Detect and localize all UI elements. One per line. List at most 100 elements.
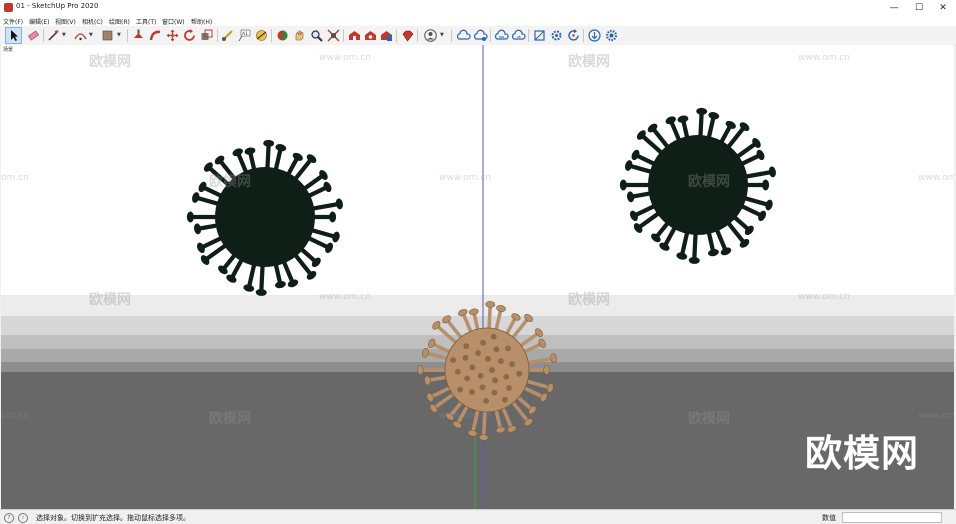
text-icon[interactable]: A1 [237, 28, 252, 43]
virus-spike-tip [424, 375, 431, 386]
section-icon[interactable] [532, 28, 547, 43]
info-icon[interactable]: i [18, 513, 28, 523]
menu-draw[interactable]: 绘图(R) [109, 17, 130, 26]
virus-spike-tip [244, 147, 256, 155]
status-message: 选择对象。切换到扩充选择。拖动鼠标选择多项。 [36, 514, 190, 522]
chevron-down-icon[interactable]: ▼ [62, 32, 66, 38]
select-arrow-icon[interactable] [5, 27, 22, 44]
virus-surface-spike [506, 385, 512, 391]
move-icon[interactable] [165, 28, 180, 43]
virus-surface-spike [492, 377, 498, 384]
scale-icon[interactable] [199, 28, 214, 43]
ruby-icon[interactable] [400, 28, 415, 43]
virus-spike-tip [762, 179, 770, 191]
virus-surface-spike [464, 375, 471, 382]
virus-spike-tip [626, 191, 635, 203]
cloud-sync-icon[interactable] [511, 28, 526, 43]
virus-surface-spike [505, 345, 511, 352]
virus-spike-tip [426, 392, 434, 403]
eraser-icon[interactable] [26, 28, 41, 43]
download-icon[interactable] [587, 28, 602, 43]
virus-spike-tip [765, 199, 773, 211]
virus-surface-spike [491, 389, 498, 396]
virus-spike-tip [329, 211, 337, 223]
watermark-logo: 欧模网 [89, 54, 131, 70]
watermark-logo: 欧模网 [209, 411, 251, 427]
pan-icon[interactable] [292, 28, 307, 43]
virus-spike-tip [417, 365, 424, 375]
menu-file[interactable]: 文件(F) [3, 17, 23, 26]
virus-surface-spike [457, 386, 464, 393]
virus-spike-tip [335, 198, 343, 210]
cloud-icon[interactable] [456, 28, 471, 43]
warehouse-icon[interactable] [347, 28, 362, 43]
status-bar: ? i 选择对象。切换到扩充选择。拖动鼠标选择多项。 数值 [0, 509, 956, 524]
paint-bucket-icon[interactable] [100, 28, 115, 43]
virus-surface-spike [462, 354, 469, 361]
virus-spike-tip [458, 309, 468, 317]
menu-help[interactable]: 帮助(H) [191, 17, 212, 26]
follow-me-icon[interactable] [148, 28, 163, 43]
menu-window[interactable]: 窗口(W) [162, 17, 185, 26]
layout-icon[interactable] [379, 28, 394, 43]
virus-spike-tip [495, 426, 506, 434]
watermark-logo: 欧模网 [89, 292, 131, 308]
virus-spike-tip [696, 107, 708, 115]
pencil-line-icon[interactable] [46, 28, 61, 43]
help-icon[interactable]: ? [4, 513, 14, 523]
orbit-icon[interactable] [275, 28, 290, 43]
refresh-icon[interactable] [566, 28, 581, 43]
push-pull-icon[interactable] [131, 28, 146, 43]
virus-spike-tip [496, 305, 506, 312]
watermark-url: www.om.cn [439, 173, 491, 183]
virus-spike-tip [688, 256, 700, 264]
toolbar: ▼ ▼ ▼ A1 ▼ [0, 26, 956, 46]
minimize-button[interactable]: — [882, 1, 906, 15]
virus-surface-spike [485, 356, 491, 362]
cloud-upload-icon[interactable] [473, 28, 488, 43]
watermark-url: om.cn [1, 411, 29, 421]
close-button[interactable]: ✕ [931, 1, 955, 15]
extension-warehouse-icon[interactable] [363, 28, 378, 43]
watermark-logo: 欧模网 [568, 54, 610, 70]
virus-surface-spike [497, 358, 504, 365]
virus-spike-tip [540, 392, 548, 403]
virus-surface-spike [490, 333, 497, 340]
watermark-logo: 欧模网 [688, 174, 730, 190]
watermark-url: www.om.cn [439, 411, 491, 421]
maximize-button[interactable]: ☐ [907, 1, 931, 15]
gear-icon[interactable] [604, 28, 619, 43]
cloud-sync-icon[interactable] [494, 28, 509, 43]
chevron-down-icon[interactable]: ▼ [89, 32, 93, 38]
measurements-input[interactable] [842, 512, 942, 523]
menu-edit[interactable]: 编辑(E) [29, 17, 49, 26]
svg-text:A1: A1 [242, 31, 248, 37]
settings-icon[interactable] [549, 28, 564, 43]
menu-view[interactable]: 视图(V) [55, 17, 76, 26]
virus-spike-tip [478, 434, 489, 441]
menu-camera[interactable]: 相机(C) [82, 17, 103, 26]
watermark-url: www.om.cn [319, 292, 371, 302]
zoom-icon[interactable] [309, 28, 324, 43]
virus-spike-tip [275, 280, 286, 289]
virus-surface-spike [483, 397, 490, 404]
sketchup-logo-icon [4, 3, 13, 12]
virus-spike-tip [468, 308, 479, 316]
virus-spike-tip [192, 192, 200, 203]
chevron-down-icon[interactable]: ▼ [440, 32, 444, 38]
profile-icon[interactable] [423, 28, 438, 43]
rotate-icon[interactable] [182, 28, 197, 43]
virus-spike-tip [428, 338, 436, 349]
chevron-down-icon[interactable]: ▼ [117, 32, 121, 38]
zoom-extents-icon[interactable] [326, 28, 341, 43]
model-viewport[interactable]: 场景 欧模网 欧模网 www.om.cn www.om.cn om.cn 欧模网… [1, 45, 954, 509]
arc-icon[interactable] [73, 28, 88, 43]
tape-measure-icon[interactable] [220, 28, 235, 43]
virus-surface-spike [450, 357, 457, 364]
virus-surface-spike [493, 346, 500, 353]
title-bar: 01 - SketchUp Pro 2020 — ☐ ✕ [0, 0, 956, 16]
protractor-icon[interactable] [254, 28, 269, 43]
menu-tools[interactable]: 工具(T) [136, 17, 156, 26]
virus-surface-spike [463, 343, 470, 349]
virus-surface-spike [503, 373, 510, 380]
